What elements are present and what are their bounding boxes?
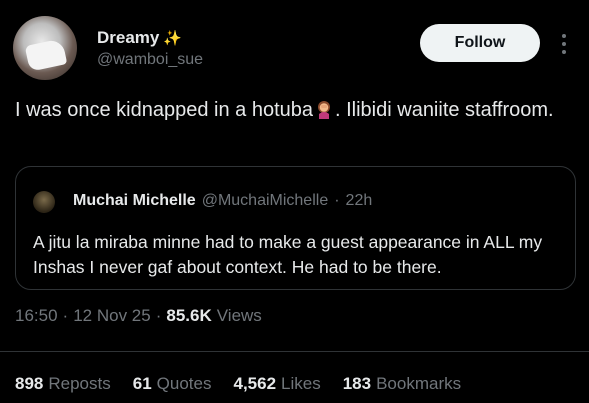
quoted-time: 22h	[345, 192, 373, 209]
stat-count: 898	[15, 374, 44, 393]
tweet-text-part2: . Ilibidi waniite staffroom.	[335, 99, 554, 121]
stat-count: 4,562	[233, 374, 277, 393]
stat-likes[interactable]: 4,562 Likes	[233, 374, 320, 394]
stat-bookmarks[interactable]: 183 Bookmarks	[343, 374, 461, 394]
quoted-tweet-card[interactable]: Muchai Michelle @MuchaiMichelle · 22h A …	[15, 166, 576, 290]
tweet-text-part1: I was once kidnapped in a hotuba	[15, 99, 313, 121]
more-options-icon[interactable]	[557, 28, 571, 60]
author-name[interactable]: Dreamy	[97, 28, 159, 48]
quoted-author-name: Muchai Michelle	[73, 192, 196, 209]
stat-quotes[interactable]: 61 Quotes	[133, 374, 212, 394]
views-label: Views	[216, 306, 262, 325]
follow-button[interactable]: Follow	[420, 24, 540, 62]
meta-separator: ·	[155, 306, 162, 325]
author-handle[interactable]: @wamboi_sue	[97, 51, 203, 69]
author-name-row[interactable]: Dreamy ✨	[97, 28, 182, 48]
author-avatar[interactable]	[13, 16, 77, 80]
stat-label: Bookmarks	[376, 374, 462, 393]
quoted-author-handle: @MuchaiMichelle	[201, 192, 329, 209]
post-date[interactable]: 12 Nov 25	[73, 306, 151, 326]
tweet-text: I was once kidnapped in a hotuba . Ilibid…	[15, 95, 575, 125]
woman-facepalming-icon	[318, 101, 330, 119]
divider	[0, 351, 589, 352]
quoted-tweet-header: Muchai Michelle @MuchaiMichelle · 22h	[73, 192, 372, 210]
engagement-stats: 898 Reposts 61 Quotes 4,562 Likes 183 Bo…	[15, 374, 461, 394]
avatar-figure	[24, 38, 68, 72]
quoted-separator: ·	[334, 192, 340, 209]
meta-separator: ·	[62, 306, 69, 325]
stat-label: Likes	[281, 374, 321, 393]
stat-label: Reposts	[48, 374, 111, 393]
stat-count: 183	[342, 374, 372, 393]
sparkles-icon: ✨	[163, 30, 183, 47]
quoted-tweet-text: A jitu la miraba minne had to make a gue…	[33, 232, 543, 277]
tweet-meta-row: 16:50 · 12 Nov 25 · 85.6K Views	[15, 306, 262, 326]
views-count: 85.6K	[166, 306, 212, 325]
stat-label: Quotes	[156, 374, 212, 393]
post-time[interactable]: 16:50	[15, 306, 58, 326]
stat-count: 61	[132, 374, 152, 393]
stat-reposts[interactable]: 898 Reposts	[15, 374, 111, 394]
quoted-author-avatar	[33, 191, 55, 213]
